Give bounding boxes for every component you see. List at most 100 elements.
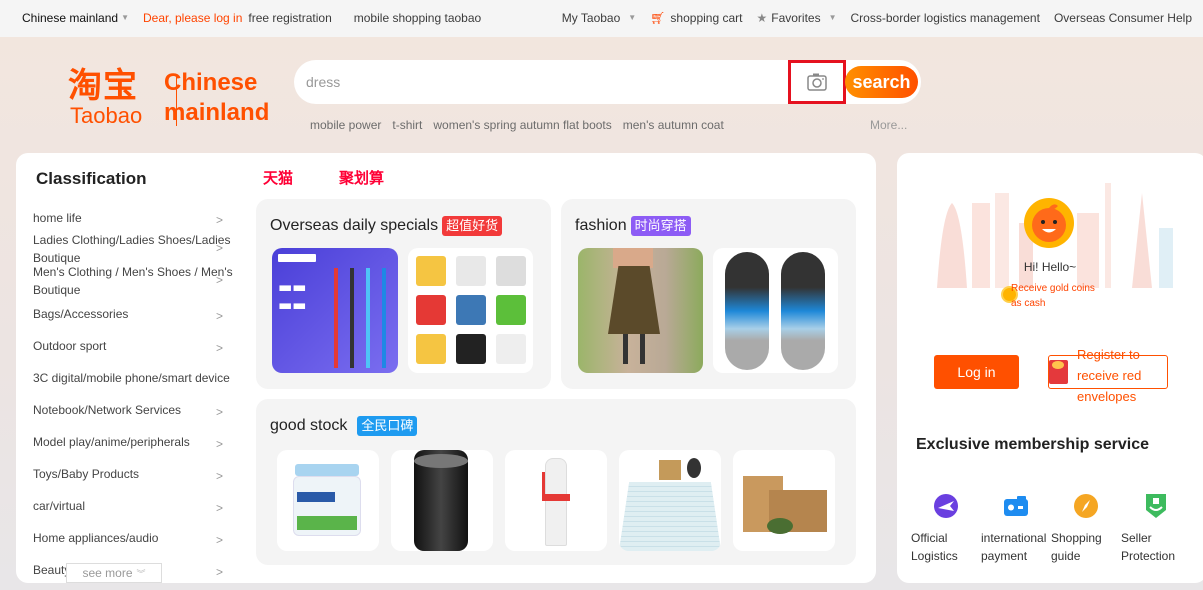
hot-word-link[interactable]: mobile power [310, 118, 381, 132]
panel-title: Overseas daily specials 超值好货 [270, 216, 503, 236]
red-envelope-icon [1049, 360, 1068, 384]
star-icon: ★ [756, 11, 768, 25]
tshirts-graphic [416, 256, 526, 364]
category-item[interactable]: Home appliances/audio > [33, 529, 233, 547]
skincare-bottle-product-image[interactable] [505, 450, 607, 551]
category-item[interactable]: 3C digital/mobile phone/smart device [33, 369, 230, 387]
tablecloth-product-image[interactable] [619, 450, 721, 551]
tea-box-product-image[interactable] [733, 450, 835, 551]
tab-juhuasuan[interactable]: 聚划算 [339, 167, 384, 188]
milk-powder-product-image[interactable] [277, 450, 379, 551]
register-red-envelope-button[interactable]: Register to receive red envelopes [1048, 347, 1168, 404]
coins-line2: as cash [1011, 298, 1046, 309]
consumer-help-link[interactable]: Overseas Consumer Help [1054, 11, 1192, 25]
site-nav-bar: Chinese mainland ▼ Dear, please log in f… [0, 0, 1203, 37]
category-label: 3C digital/mobile phone/smart device [33, 371, 230, 385]
chevron-right-icon: > [216, 273, 224, 287]
hot-search-words: mobile power t-shirt women's spring autu… [310, 118, 724, 132]
shield-hand-icon [1143, 493, 1169, 519]
category-label: car/virtual [33, 499, 86, 513]
mobile-shopping-link[interactable]: mobile shopping taobao [354, 11, 481, 25]
camera-lens-product-image[interactable] [391, 450, 493, 551]
see-more-button[interactable]: see more ︾ [66, 563, 162, 583]
search-input[interactable] [306, 69, 776, 95]
category-item[interactable]: Toys/Baby Products > [33, 465, 233, 483]
service-label: Shopping [1051, 531, 1102, 545]
classification-title: Classification [36, 169, 147, 188]
membership-title: Exclusive membership service [916, 436, 1150, 453]
mascot-icon [1032, 204, 1066, 242]
search-button[interactable]: search [845, 66, 918, 98]
plane-globe-icon [933, 493, 959, 519]
panel-title: good stock 全民口碑 [270, 416, 418, 436]
more-hot-words-link[interactable]: More... [870, 118, 907, 132]
chevron-right-icon: > [216, 469, 224, 483]
category-label: Home appliances/audio [33, 531, 159, 545]
service-label: Official [911, 531, 948, 545]
see-more-label: see more [82, 566, 133, 580]
login-link[interactable]: Dear, please log in [143, 11, 242, 25]
good-stock-panel[interactable]: good stock 全民口碑 [256, 399, 856, 565]
service-label: international [981, 531, 1047, 545]
main-content-card: Classification home life > Ladies Clothin… [16, 153, 876, 583]
chevron-right-icon: > [216, 437, 224, 451]
chevron-right-icon: > [216, 565, 224, 579]
image-search-button[interactable] [788, 60, 846, 104]
category-label: Bags/Accessories [33, 307, 129, 321]
cart-icon: 🛒︎ [650, 11, 666, 25]
category-item[interactable]: Outdoor sport > [33, 337, 223, 355]
category-item[interactable]: Men's Clothing / Men's Shoes / Men's Bou… [33, 263, 233, 299]
shopping-cart-label: shopping cart [670, 11, 743, 25]
chevron-right-icon: > [216, 213, 224, 227]
my-taobao-menu[interactable]: My Taobao ▼ [562, 11, 636, 25]
pen-product-image[interactable]: ▬▬ ▬▬ [272, 248, 398, 373]
text-cursor [176, 76, 177, 126]
camera-icon [807, 73, 827, 91]
category-label: Notebook/Network Services [33, 403, 182, 417]
chevron-right-icon: > [216, 501, 224, 515]
region-selector[interactable]: Chinese mainland ▼ [22, 11, 129, 25]
logo-region-line1: Chinese [164, 69, 258, 96]
panel-title-text: fashion [575, 217, 627, 234]
fashion-panel[interactable]: fashion 时尚穿搭 [561, 199, 856, 389]
shopping-cart-link[interactable]: 🛒︎ shopping cart [650, 11, 742, 25]
hot-word-link[interactable]: men's autumn coat [623, 118, 724, 132]
favorites-menu[interactable]: ★ Favorites ▼ [756, 11, 836, 25]
kids-tshirts-product-image[interactable] [408, 248, 533, 373]
login-button[interactable]: Log in [934, 355, 1019, 389]
logo-region: Chinese mainland [164, 68, 269, 128]
category-item[interactable]: car/virtual > [33, 497, 233, 515]
panel-title: fashion 时尚穿搭 [575, 216, 691, 236]
taobao-logo[interactable]: 淘宝 Taobao Chinese mainland [68, 66, 283, 130]
tab-tmall[interactable]: 天猫 [263, 167, 293, 188]
category-item[interactable]: Model play/anime/peripherals > [33, 433, 233, 451]
region-label: Chinese mainland [22, 11, 119, 25]
service-label: Seller [1121, 531, 1152, 545]
gold-coins-link[interactable]: Receive gold coins as cash [1011, 281, 1111, 311]
panel-tag: 超值好货 [442, 216, 503, 236]
skirt-product-image[interactable] [578, 248, 703, 373]
category-label: Ladies Clothing/Ladies Shoes/Ladies Bout… [33, 233, 231, 265]
overseas-specials-panel[interactable]: Overseas daily specials 超值好货 ▬▬ ▬▬ [256, 199, 551, 389]
logo-chinese: 淘宝 [68, 66, 138, 106]
category-item[interactable]: Bags/Accessories > [33, 305, 223, 323]
panel-title-text: Overseas daily specials [270, 217, 439, 234]
service-label: payment [981, 549, 1028, 563]
flip-flops-product-image[interactable] [713, 248, 838, 373]
category-label: Beauty [33, 563, 71, 577]
category-item[interactable]: Ladies Clothing/Ladies Shoes/Ladies Bout… [33, 231, 233, 267]
user-avatar[interactable] [1024, 198, 1074, 248]
category-item[interactable]: home life > [33, 209, 223, 227]
panel-title-text: good stock [270, 417, 348, 434]
chevron-right-icon: > [216, 341, 224, 355]
hot-word-link[interactable]: women's spring autumn flat boots [433, 118, 611, 132]
wallet-icon [1003, 493, 1029, 519]
service-label: Protection [1121, 549, 1176, 563]
cross-border-logistics-link[interactable]: Cross-border logistics management [851, 11, 1040, 25]
category-item[interactable]: Notebook/Network Services > [33, 401, 233, 419]
panel-tag: 时尚穿搭 [630, 216, 691, 236]
search-bar: search [294, 60, 921, 104]
hot-word-link[interactable]: t-shirt [392, 118, 422, 132]
chevron-right-icon: > [216, 533, 224, 547]
free-registration-link[interactable]: free registration [248, 11, 331, 25]
